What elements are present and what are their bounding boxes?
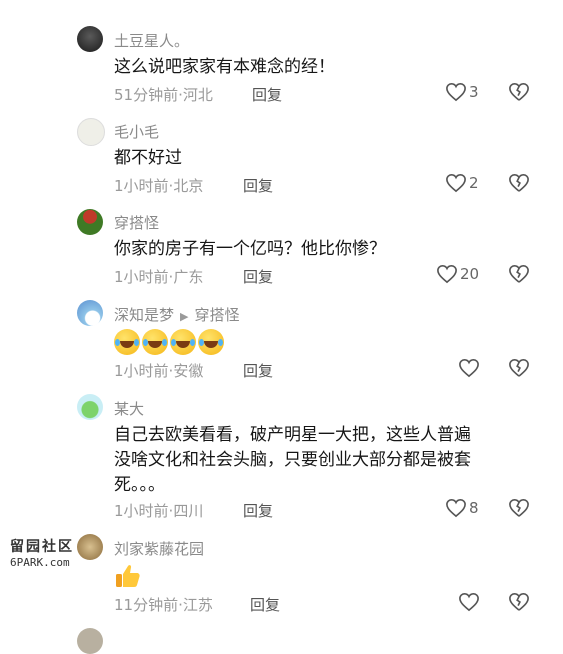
comment-time: 11分钟前 (114, 596, 179, 614)
comment-username[interactable]: 土豆星人。 (114, 30, 189, 51)
comment-username[interactable]: 深知是梦 ▶ 穿搭怪 (114, 304, 240, 325)
avatar[interactable] (77, 26, 103, 52)
heart-outline-icon (458, 592, 480, 612)
avatar[interactable] (77, 118, 105, 146)
reply-arrow-icon: ▶ (180, 310, 189, 323)
comment-location: 江苏 (182, 596, 213, 614)
comment-location: 广东 (173, 268, 204, 286)
comment-username-text: 深知是梦 (114, 306, 175, 324)
like-button[interactable]: 3 (445, 82, 479, 102)
laugh-cry-emoji-icon (114, 329, 140, 355)
comment-meta: 1小时前·四川 (114, 500, 203, 521)
avatar[interactable] (77, 300, 103, 326)
like-button[interactable]: 20 (436, 264, 479, 284)
broken-heart-icon (508, 82, 530, 102)
heart-outline-icon (445, 82, 467, 102)
comment-emoji-row (114, 329, 224, 355)
like-button[interactable] (458, 592, 480, 612)
avatar[interactable] (77, 209, 103, 235)
comment-time: 1小时前 (114, 268, 169, 286)
dislike-button[interactable] (508, 82, 530, 102)
avatar[interactable] (77, 628, 103, 654)
broken-heart-icon (508, 358, 530, 378)
comment-username[interactable]: 某大 (114, 398, 144, 419)
like-button[interactable]: 2 (445, 173, 479, 193)
comment-text: 自己去欧美看看，破产明星一大把，这些人普遍 没啥文化和社会头脑，只要创业大部分都… (114, 423, 534, 498)
comment-text: 这么说吧家家有本难念的经！ (114, 57, 335, 77)
comment-text-line: 自己去欧美看看，破产明星一大把，这些人普遍 (114, 425, 471, 445)
like-count: 8 (469, 499, 479, 517)
reply-button[interactable]: 回复 (243, 500, 273, 521)
reply-to-username[interactable]: 穿搭怪 (194, 306, 239, 324)
dislike-button[interactable] (508, 358, 530, 378)
comment-time: 51分钟前 (114, 86, 179, 104)
comment-username[interactable]: 穿搭怪 (114, 212, 159, 233)
comment-time: 1小时前 (114, 362, 169, 380)
heart-outline-icon (445, 498, 467, 518)
avatar[interactable] (77, 534, 103, 560)
reply-button[interactable]: 回复 (250, 594, 280, 615)
avatar[interactable] (77, 394, 103, 420)
comment-meta: 51分钟前·河北 (114, 84, 213, 105)
comment-meta: 1小时前·广东 (114, 266, 203, 287)
comment-text-line: 没啥文化和社会头脑，只要创业大部分都是被套 (114, 450, 471, 470)
comment-meta: 1小时前·安徽 (114, 360, 203, 381)
comment-username[interactable]: 毛小毛 (114, 121, 159, 142)
comment-location: 河北 (182, 86, 213, 104)
comment-meta: 1小时前·北京 (114, 175, 203, 196)
comment-location: 安徽 (173, 362, 204, 380)
comment-time: 1小时前 (114, 177, 169, 195)
comment-text: 你家的房子有一个亿吗？他比你惨？ (114, 239, 386, 259)
broken-heart-icon (508, 498, 530, 518)
comment-username[interactable]: 刘家紫藤花园 (114, 538, 204, 559)
broken-heart-icon (508, 264, 530, 284)
laugh-cry-emoji-icon (142, 329, 168, 355)
dislike-button[interactable] (508, 264, 530, 284)
comment-location: 四川 (173, 502, 204, 520)
broken-heart-icon (508, 592, 530, 612)
like-button[interactable]: 8 (445, 498, 479, 518)
comment-meta: 11分钟前·江苏 (114, 594, 213, 615)
like-button[interactable] (458, 358, 480, 378)
like-count: 3 (469, 83, 479, 101)
heart-outline-icon (458, 358, 480, 378)
reply-button[interactable]: 回复 (243, 360, 273, 381)
heart-outline-icon (436, 264, 458, 284)
comment-emoji-row (114, 563, 142, 593)
dislike-button[interactable] (508, 592, 530, 612)
reply-button[interactable]: 回复 (243, 266, 273, 287)
comment-time: 1小时前 (114, 502, 169, 520)
laugh-cry-emoji-icon (198, 329, 224, 355)
dislike-button[interactable] (508, 498, 530, 518)
laugh-cry-emoji-icon (170, 329, 196, 355)
dislike-button[interactable] (508, 173, 530, 193)
comment-location: 北京 (173, 177, 204, 195)
comment-text: 都不好过 (114, 148, 182, 168)
reply-button[interactable]: 回复 (243, 175, 273, 196)
comment-text-line: 死。。。 (114, 475, 165, 495)
thumbs-up-emoji-icon (114, 563, 142, 593)
reply-button[interactable]: 回复 (252, 84, 282, 105)
broken-heart-icon (508, 173, 530, 193)
heart-outline-icon (445, 173, 467, 193)
like-count: 2 (469, 174, 479, 192)
like-count: 20 (460, 265, 480, 283)
